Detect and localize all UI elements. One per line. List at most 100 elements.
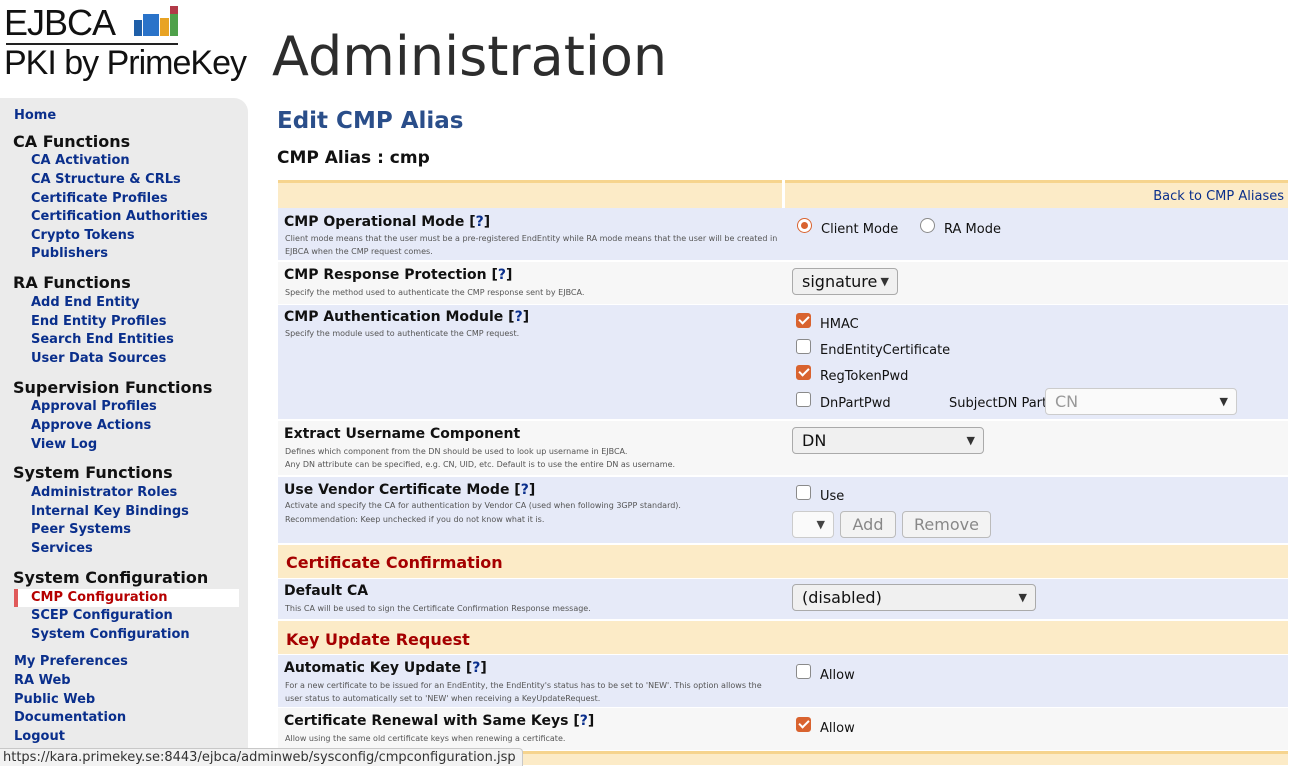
operational-mode-description: Client mode means that the user must be … — [285, 234, 778, 256]
operational-mode-label: CMP Operational Mode [?] — [284, 214, 491, 230]
vendor-cert-mode-help-link[interactable]: ? — [521, 482, 529, 498]
client-mode-radio[interactable] — [797, 218, 812, 233]
sidebar-item-ra-web[interactable]: RA Web — [14, 673, 71, 688]
renewal-same-keys-allow-label: Allow — [820, 721, 855, 736]
subjectdn-part-select[interactable]: CN ▼ — [1045, 388, 1237, 415]
vendor-cert-mode-description-2: Recommendation: Keep unchecked if you do… — [285, 515, 545, 524]
ra-mode-label: RA Mode — [944, 222, 1001, 237]
sidebar-heading-ra-functions: RA Functions — [13, 273, 131, 292]
response-protection-description: Specify the method used to authenticate … — [285, 288, 585, 297]
extract-username-select[interactable]: DN ▼ — [792, 427, 984, 454]
default-ca-description: This CA will be used to sign the Certifi… — [285, 604, 591, 613]
sidebar-item-cmp-configuration[interactable]: CMP Configuration — [14, 589, 239, 607]
sidebar-item-user-data-sources[interactable]: User Data Sources — [31, 351, 166, 366]
sidebar-item-administrator-roles[interactable]: Administrator Roles — [31, 485, 177, 500]
sidebar-item-internal-key-bindings[interactable]: Internal Key Bindings — [31, 504, 189, 519]
sidebar-heading-system-configuration: System Configuration — [13, 568, 209, 587]
sidebar-item-scep-configuration[interactable]: SCEP Configuration — [31, 608, 173, 623]
sidebar-heading-supervision-functions: Supervision Functions — [13, 378, 213, 397]
chevron-down-icon: ▼ — [816, 518, 825, 531]
logo-block-orange — [160, 18, 169, 36]
sidebar-item-add-end-entity[interactable]: Add End Entity — [31, 295, 140, 310]
page-title: Edit CMP Alias — [277, 108, 464, 134]
sidebar-item-crypto-tokens[interactable]: Crypto Tokens — [31, 228, 135, 243]
client-mode-label: Client Mode — [821, 222, 899, 237]
extract-username-description-1: Defines which component from the DN shou… — [285, 447, 628, 456]
ra-mode-radio[interactable] — [920, 218, 935, 233]
sidebar-item-search-end-entities[interactable]: Search End Entities — [31, 332, 174, 347]
hmac-checkbox[interactable] — [796, 313, 811, 328]
auto-key-update-description: For a new certificate to be issued for a… — [285, 681, 762, 703]
sidebar-item-certificate-profiles[interactable]: Certificate Profiles — [31, 191, 168, 206]
key-update-request-heading: Key Update Request — [286, 630, 470, 649]
auth-module-help-link[interactable]: ? — [515, 309, 523, 325]
response-protection-help-link[interactable]: ? — [498, 267, 506, 283]
default-ca-label: Default CA — [284, 583, 369, 599]
sidebar-item-peer-systems[interactable]: Peer Systems — [31, 522, 131, 537]
sidebar-heading-system-functions: System Functions — [13, 463, 173, 482]
logo-block-green — [170, 12, 178, 36]
sidebar-nav: Home CA Functions CA Activation CA Struc… — [0, 98, 248, 765]
sidebar-item-approval-profiles[interactable]: Approval Profiles — [31, 399, 157, 414]
end-entity-certificate-checkbox[interactable] — [796, 339, 811, 354]
end-entity-certificate-label: EndEntityCertificate — [820, 343, 951, 358]
sidebar-item-public-web[interactable]: Public Web — [14, 692, 95, 707]
sidebar-item-view-log[interactable]: View Log — [31, 437, 97, 452]
dn-part-pwd-checkbox[interactable] — [796, 392, 811, 407]
auto-key-update-checkbox[interactable] — [796, 664, 811, 679]
browser-status-bar: https://kara.primekey.se:8443/ejbca/admi… — [0, 748, 523, 766]
auth-module-label: CMP Authentication Module [?] — [284, 309, 530, 325]
extract-username-description-2: Any DN attribute can be specified, e.g. … — [285, 460, 676, 469]
sidebar-item-system-configuration[interactable]: System Configuration — [31, 627, 190, 642]
auto-key-update-help-link[interactable]: ? — [472, 660, 480, 676]
renewal-same-keys-help-link[interactable]: ? — [580, 713, 588, 729]
vendor-ca-select[interactable]: ▼ — [792, 511, 834, 538]
renewal-same-keys-checkbox[interactable] — [796, 717, 811, 732]
chevron-down-icon: ▼ — [880, 275, 889, 288]
active-item-marker — [14, 589, 18, 607]
operational-mode-help-link[interactable]: ? — [476, 214, 484, 230]
hmac-label: HMAC — [820, 317, 859, 332]
sidebar-item-publishers[interactable]: Publishers — [31, 246, 108, 261]
logo-block-red — [170, 6, 178, 14]
vendor-cert-mode-label: Use Vendor Certificate Mode [?] — [284, 482, 536, 498]
chevron-down-icon: ▼ — [1219, 395, 1228, 408]
add-vendor-ca-button[interactable]: Add — [840, 511, 896, 538]
ejbca-logo[interactable]: EJBCA PKI by PrimeKey — [4, 4, 254, 84]
sidebar-item-cmp-configuration-label[interactable]: CMP Configuration — [31, 590, 168, 605]
reg-token-pwd-label: RegTokenPwd — [820, 369, 909, 384]
vendor-cert-use-checkbox[interactable] — [796, 485, 811, 500]
logo-pki-text: PKI by PrimeKey — [4, 44, 247, 82]
sidebar-item-ca-structure-crls[interactable]: CA Structure & CRLs — [31, 172, 181, 187]
auto-key-update-label: Automatic Key Update [?] — [284, 660, 487, 676]
vendor-cert-use-label: Use — [820, 489, 845, 504]
sidebar-item-documentation[interactable]: Documentation — [14, 710, 126, 725]
renewal-same-keys-label: Certificate Renewal with Same Keys [?] — [284, 713, 595, 729]
alias-title: CMP Alias : cmp — [277, 148, 430, 168]
remove-vendor-ca-button[interactable]: Remove — [902, 511, 991, 538]
sidebar-item-home[interactable]: Home — [14, 108, 56, 123]
logo-block-blue-small — [134, 20, 142, 36]
subjectdn-part-label: SubjectDN Part — [949, 396, 1048, 411]
auto-key-update-allow-label: Allow — [820, 668, 855, 683]
logo-block-blue — [143, 14, 159, 36]
back-to-cmp-aliases-link[interactable]: Back to CMP Aliases — [1153, 189, 1284, 204]
reg-token-pwd-checkbox[interactable] — [796, 365, 811, 380]
sidebar-item-end-entity-profiles[interactable]: End Entity Profiles — [31, 314, 167, 329]
chevron-down-icon: ▼ — [1018, 591, 1027, 604]
sidebar-item-ca-activation[interactable]: CA Activation — [31, 153, 130, 168]
default-ca-select[interactable]: (disabled) ▼ — [792, 584, 1036, 611]
sidebar-item-approve-actions[interactable]: Approve Actions — [31, 418, 151, 433]
sidebar-item-logout[interactable]: Logout — [14, 729, 65, 744]
sidebar-item-certification-authorities[interactable]: Certification Authorities — [31, 209, 208, 224]
auth-module-description: Specify the module used to authenticate … — [285, 329, 520, 338]
logo-ejbca-text: EJBCA — [4, 2, 116, 43]
sidebar-heading-ca-functions: CA Functions — [13, 132, 131, 151]
sidebar-item-services[interactable]: Services — [31, 541, 93, 556]
extract-username-label: Extract Username Component — [284, 426, 521, 442]
response-protection-select[interactable]: signature ▼ — [792, 268, 898, 295]
app-title: Administration — [272, 25, 668, 88]
sidebar-item-my-preferences[interactable]: My Preferences — [14, 654, 128, 669]
chevron-down-icon: ▼ — [966, 434, 975, 447]
dn-part-pwd-label: DnPartPwd — [820, 396, 891, 411]
